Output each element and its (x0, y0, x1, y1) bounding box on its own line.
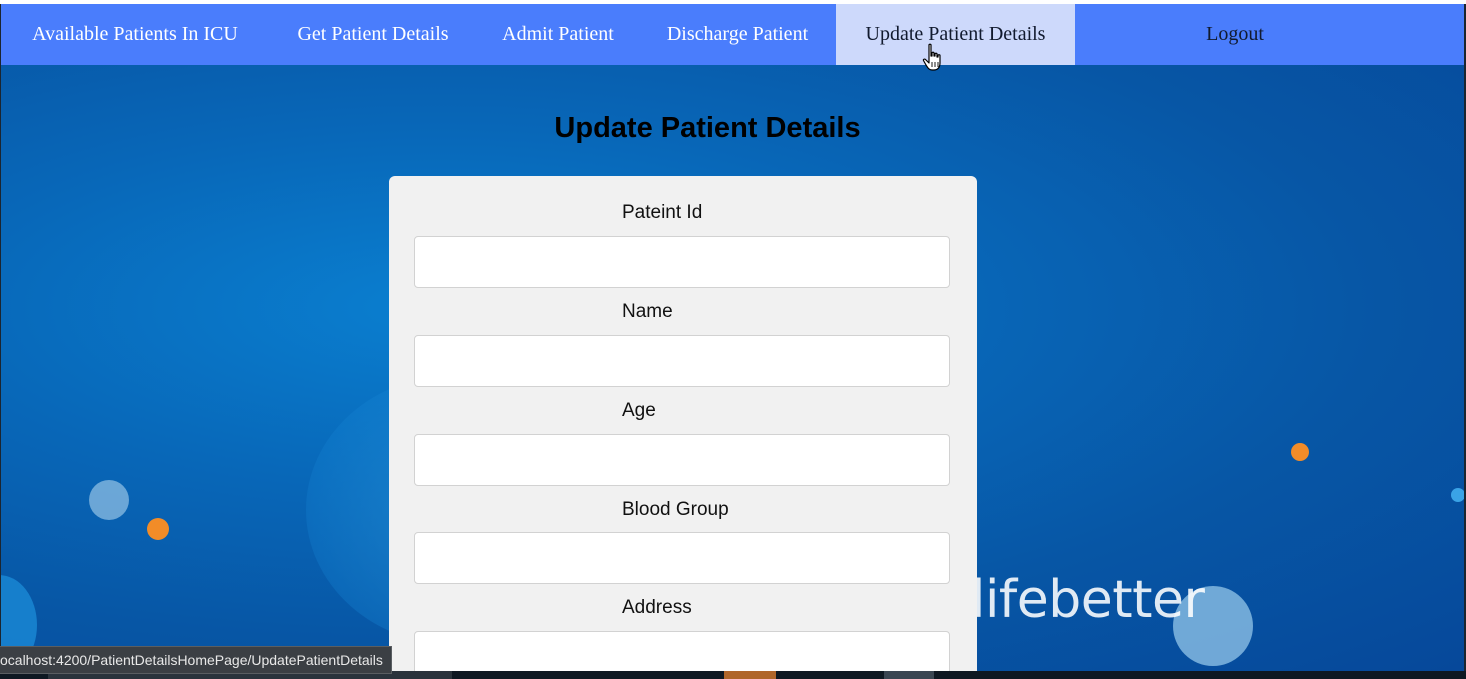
patient-id-input[interactable] (414, 236, 950, 288)
nav-item-label: Discharge Patient (666, 23, 809, 45)
top-navbar: Available Patients In ICU Get Patient De… (1, 4, 1464, 65)
nav-update-patient-details[interactable]: Update Patient Details (836, 4, 1075, 65)
nav-item-label: Available Patients In ICU (32, 23, 238, 45)
nav-admit-patient[interactable]: Admit Patient (477, 4, 639, 65)
nav-available-patients[interactable]: Available Patients In ICU (1, 4, 269, 65)
name-label: Name (622, 301, 673, 322)
taskbar-segment (884, 671, 934, 679)
hand-pointer-icon (922, 43, 941, 71)
address-label: Address (622, 597, 692, 618)
background-dot-orange-right (1291, 443, 1309, 461)
logout-button[interactable]: Logout (1075, 4, 1395, 65)
nav-get-patient-details[interactable]: Get Patient Details (269, 4, 477, 65)
background-circle-lightblue (89, 480, 129, 520)
taskbar-segment-orange (724, 671, 776, 679)
nav-item-label: Get Patient Details (297, 23, 449, 45)
browser-page: Available Patients In ICU Get Patient De… (0, 0, 1466, 679)
nav-discharge-patient[interactable]: Discharge Patient (639, 4, 836, 65)
nav-item-label: Admit Patient (502, 23, 614, 45)
nav-item-label: Update Patient Details (865, 23, 1046, 45)
update-patient-form: Pateint Id Name Age Blood Group Address (389, 176, 977, 679)
brand-text: lifebetter (971, 570, 1205, 630)
age-input[interactable] (414, 434, 950, 486)
blood-group-input[interactable] (414, 532, 950, 584)
status-bar-url: ocalhost:4200/PatientDetailsHomePage/Upd… (0, 646, 392, 674)
background-dot-orange-left (147, 518, 169, 540)
name-input[interactable] (414, 335, 950, 387)
age-label: Age (622, 400, 656, 421)
page-title: Update Patient Details (554, 112, 861, 144)
logout-label: Logout (1206, 23, 1264, 45)
blood-group-label: Blood Group (622, 499, 729, 520)
background-dot-edge-right (1451, 488, 1464, 502)
patient-id-label: Pateint Id (622, 202, 703, 223)
